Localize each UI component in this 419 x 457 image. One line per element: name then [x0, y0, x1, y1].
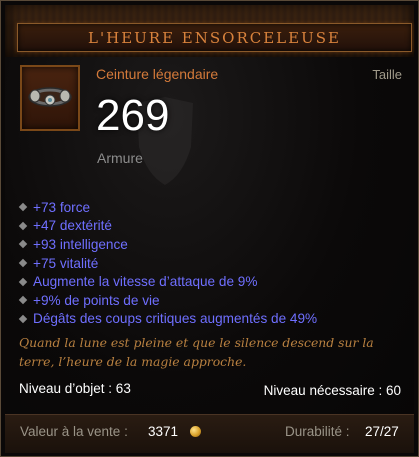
item-name: L'HEURE ENSORCELEUSE: [88, 28, 341, 47]
belt-icon: [28, 87, 72, 107]
bullet-icon: [18, 258, 28, 268]
stat-line: Augmente la vitesse d’attaque de 9%: [18, 272, 317, 291]
stat-line: +93 intelligence: [18, 235, 317, 254]
stat-text: +75 vitalité: [33, 255, 99, 271]
stat-line: +75 vitalité: [18, 254, 317, 273]
bullet-icon: [18, 314, 28, 324]
bullet-icon: [18, 203, 28, 212]
item-tooltip: L'HEURE ENSORCELEUSE Ceinture légendaire…: [0, 0, 419, 457]
armor-label: Armure: [97, 150, 143, 166]
stat-line: Dégâts des coups critiques augmentés de …: [18, 310, 318, 329]
stat-text: +93 intelligence: [33, 236, 128, 252]
durability-value: 27/27: [365, 424, 399, 439]
sell-value: 3371: [148, 424, 179, 439]
title-banner: L'HEURE ENSORCELEUSE: [5, 5, 414, 57]
armor-value: 269: [96, 91, 170, 140]
stat-text: Augmente la vitesse d’attaque de 9%: [33, 274, 258, 290]
stat-line: +9% de points de vie: [18, 291, 317, 310]
bullet-icon: [18, 296, 28, 305]
stat-text: +9% de points de vie: [33, 292, 160, 308]
stat-text: Dégâts des coups critiques augmentés de …: [33, 311, 318, 327]
item-slot: Taille: [372, 67, 402, 82]
bullet-icon: [18, 277, 28, 286]
required-level: Niveau nécessaire : 60: [263, 383, 401, 398]
item-level: Niveau d’objet : 63: [19, 381, 131, 396]
gold-coin-icon: [190, 426, 201, 437]
stat-line: +47 dextérité: [18, 217, 317, 236]
title-frame: L'HEURE ENSORCELEUSE: [17, 23, 412, 52]
item-icon-frame: [20, 65, 80, 131]
tooltip-footer: Valeur à la vente : 3371 Durabilité : 27…: [5, 414, 414, 453]
stat-line: +73 force: [18, 198, 317, 217]
durability-label: Durabilité :: [285, 424, 350, 439]
item-type: Ceinture légendaire: [96, 66, 219, 82]
stat-text: +73 force: [33, 199, 91, 215]
bullet-icon: [18, 240, 28, 249]
sell-value-label: Valeur à la vente :: [20, 424, 128, 439]
stat-text: +47 dextérité: [33, 218, 112, 234]
stat-list: +73 force +47 dextérité +93 intelligence…: [18, 198, 318, 329]
flavor-text: Quand la lune est pleine et que le silen…: [19, 335, 374, 369]
bullet-icon: [18, 221, 28, 231]
